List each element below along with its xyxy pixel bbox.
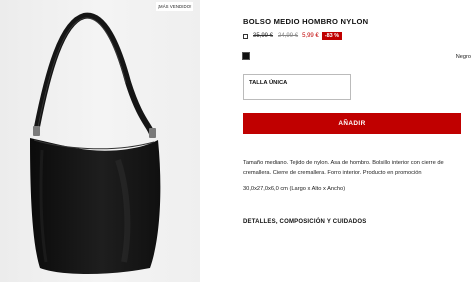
price-original: 35,99 € — [253, 33, 274, 39]
size-label: TALLA ÚNICA — [249, 80, 288, 86]
price-previous: 24,99 € — [278, 33, 299, 39]
size-selector[interactable]: TALLA ÚNICA — [243, 74, 351, 100]
bestseller-badge: ¡MÁS VENDIDO! — [156, 2, 193, 11]
product-title: BOLSO MEDIO HOMBRO NYLON — [243, 17, 369, 26]
bag-strap — [33, 12, 155, 137]
handbag-photo — [30, 12, 161, 274]
product-info-panel: BOLSO MEDIO HOMBRO NYLON 35,99 € 24,99 €… — [241, 0, 475, 282]
product-dimensions: 30,0x27,0x6,0 cm (Largo x Alto x Ancho) — [243, 186, 346, 192]
discount-badge: -83 % — [321, 32, 343, 40]
product-description: Tamaño mediano. Tejido de nylon. Asa de … — [243, 160, 444, 176]
add-to-cart-button[interactable]: AÑADIR — [243, 113, 461, 134]
price-info-icon[interactable] — [243, 33, 248, 39]
details-composition-care-link[interactable]: DETALLES, COMPOSICIÓN Y CUIDADOS — [243, 219, 366, 225]
bag-body — [30, 138, 161, 274]
color-name-label: Negro — [455, 54, 471, 60]
price-row: 35,99 € 24,99 € 5,99 € -83 % — [243, 31, 343, 41]
color-swatch-black[interactable] — [241, 51, 251, 61]
price-sale: 5,99 € — [302, 33, 319, 39]
product-image-panel[interactable]: ¡MÁS VENDIDO! — [0, 0, 200, 282]
